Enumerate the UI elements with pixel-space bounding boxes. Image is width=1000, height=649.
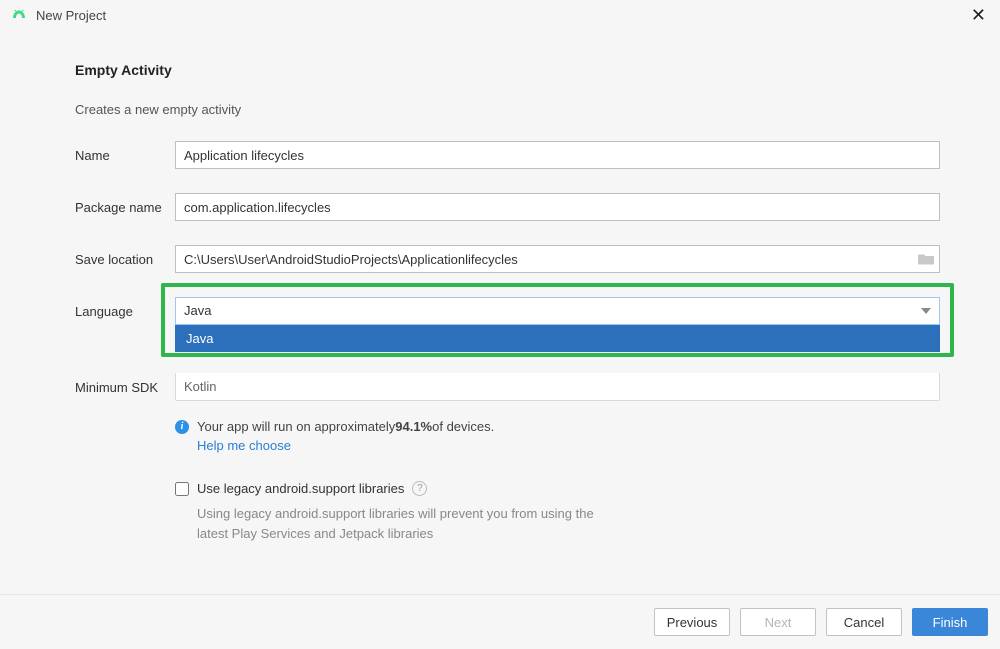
wizard-content: Empty Activity Creates a new empty activ… [0, 30, 1000, 543]
help-me-choose-link[interactable]: Help me choose [197, 438, 291, 453]
package-input[interactable] [175, 193, 940, 221]
legacy-checkbox[interactable] [175, 482, 189, 496]
language-dropdown: Java [175, 325, 940, 352]
minimum-sdk-select[interactable]: Kotlin [175, 373, 940, 401]
row-minimum-sdk: Minimum SDK Kotlin [75, 373, 940, 401]
label-language: Language [75, 304, 175, 319]
finish-button[interactable]: Finish [912, 608, 988, 636]
label-package: Package name [75, 200, 175, 215]
legacy-note: Using legacy android.support libraries w… [197, 504, 627, 543]
next-button: Next [740, 608, 816, 636]
android-studio-icon [10, 6, 28, 24]
info-text-prefix: Your app will run on approximately [197, 419, 395, 434]
row-language: Language Java Java [75, 297, 940, 325]
help-icon[interactable]: ? [412, 481, 427, 496]
save-location-input[interactable] [175, 245, 940, 273]
row-package: Package name [75, 193, 940, 221]
label-minsdk: Minimum SDK [75, 380, 175, 395]
previous-button[interactable]: Previous [654, 608, 730, 636]
info-icon: i [175, 420, 189, 434]
window-title: New Project [36, 8, 106, 23]
cancel-button[interactable]: Cancel [826, 608, 902, 636]
chevron-down-icon [921, 308, 931, 314]
folder-icon[interactable] [918, 253, 934, 266]
row-name: Name [75, 141, 940, 169]
language-select[interactable]: Java [175, 297, 940, 325]
name-input[interactable] [175, 141, 940, 169]
dropdown-item-java[interactable]: Java [176, 326, 939, 351]
wizard-footer: Previous Next Cancel Finish [0, 594, 1000, 649]
info-percent: 94.1% [395, 419, 432, 434]
legacy-label: Use legacy android.support libraries [197, 481, 404, 496]
info-text-suffix: of devices. [432, 419, 494, 434]
title-bar: New Project ✕ [0, 0, 1000, 30]
close-icon[interactable]: ✕ [967, 6, 990, 24]
info-block: i Your app will run on approximately 94.… [175, 419, 940, 453]
row-save-location: Save location [75, 245, 940, 273]
legacy-row: Use legacy android.support libraries ? [175, 481, 940, 496]
language-value: Java [176, 298, 939, 324]
label-save: Save location [75, 252, 175, 267]
page-subtitle: Creates a new empty activity [75, 102, 940, 117]
page-heading: Empty Activity [75, 62, 940, 78]
label-name: Name [75, 148, 175, 163]
